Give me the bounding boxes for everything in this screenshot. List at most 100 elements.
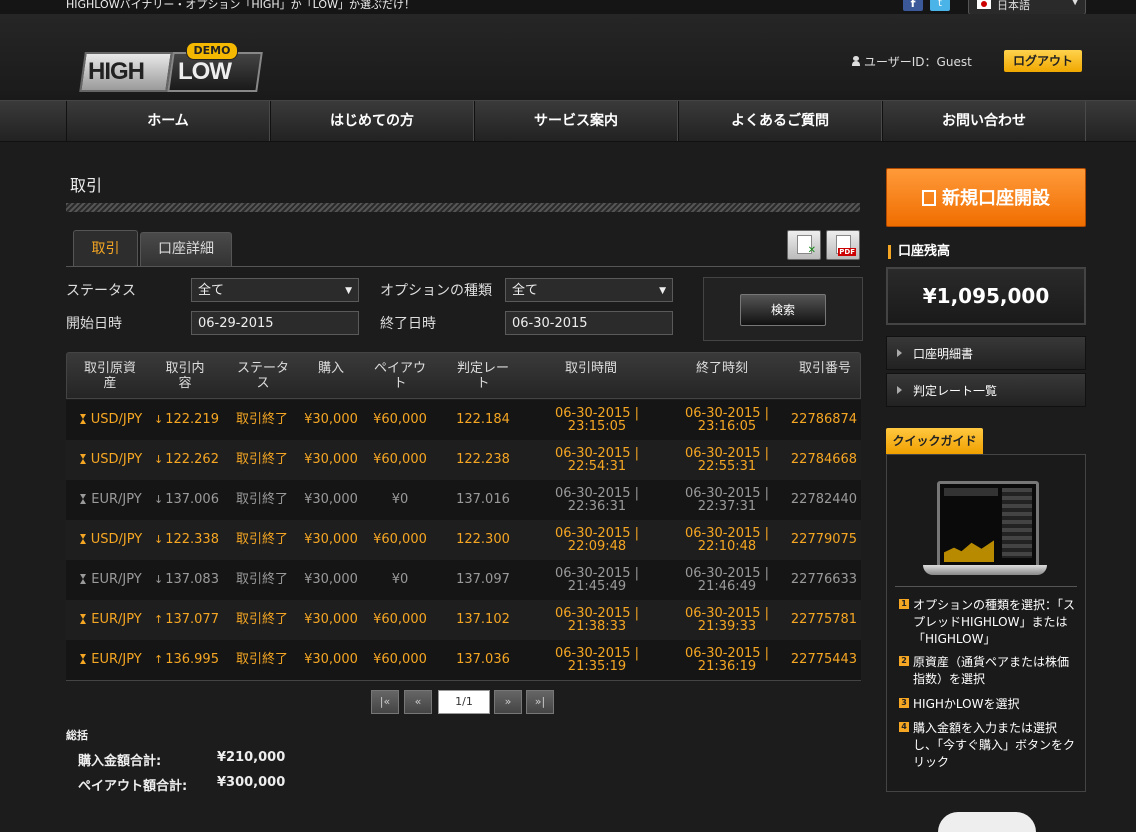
cell-id: 22779075 [790,532,858,547]
first-page-button[interactable]: |« [371,690,399,714]
balance-heading: 口座残高 [888,245,950,259]
start-date-input[interactable]: 06-29-2015 [191,311,359,335]
twitter-icon[interactable]: t [930,0,950,11]
cell-buy: ¥30,000 [304,612,358,627]
page-title: 取引 [70,176,103,195]
payout-total-label: ペイアウト額合計: [78,779,188,794]
cell-id: 22776633 [790,572,858,587]
table-row: EUR/JPY ↓ 137.083 取引終了 ¥30,000 ¥0 137.097 06-30… [66,560,861,601]
cell-judge: 137.097 [456,572,510,587]
summary-title: 総括 [66,729,88,742]
col-judge-rate: 判定レート [456,361,509,391]
buy-total-value: ¥210,000 [217,750,286,765]
cell-buy: ¥30,000 [304,572,358,587]
col-direction: 取引内容 [165,361,205,391]
user-icon [852,56,860,66]
arrow-down-icon: ↓ [154,453,164,466]
cell-status: 取引終了 [235,612,288,627]
cell-open-time: 06-30-2015 | 22:54:31 [554,446,640,474]
open-account-button[interactable]: 新規口座開設 [886,168,1086,227]
arrow-down-icon: ↓ [154,533,164,546]
cell-buy: ¥30,000 [304,452,358,467]
cell-asset: USD/JPY [74,413,148,426]
logo-high: HIGH [79,52,173,92]
japan-flag-icon [977,0,991,9]
cell-buy: ¥30,000 [304,412,358,427]
cell-payout: ¥0 [391,572,409,587]
cell-payout: ¥60,000 [373,532,427,547]
cell-id: 22782440 [790,492,858,507]
guide-step-2: 2 原資産（通貨ペアまたは株価指数）を選択 [899,654,1079,688]
cell-close-time: 06-30-2015 | 23:16:05 [684,406,770,434]
cell-id: 22775443 [790,652,858,667]
next-page-button[interactable]: » [494,690,522,714]
col-status: ステータス [236,361,289,391]
start-date-label: 開始日時 [66,316,122,332]
statement-link[interactable]: 口座明細書 [886,336,1086,370]
cell-open-time: 06-30-2015 | 21:35:19 [554,646,640,674]
col-asset: 取引原資産 [83,361,136,391]
cell-direction: ↓ 122.262 [154,452,219,467]
export-excel-button[interactable]: ✕ [787,230,821,260]
cell-judge: 137.016 [456,492,510,507]
arrow-down-icon: ↓ [154,573,164,586]
cell-direction: ↑ 137.077 [154,612,219,627]
col-close-time: 終了時刻 [695,361,748,376]
cell-status: 取引終了 [235,572,288,587]
table-header: 取引原資産 取引内容 ステータス 購入 ペイアウト 判定レート 取引時間 終了時… [66,352,861,399]
top-bar: HIGHLOWバイナリー・オプション「HIGH」か「LOW」か選ぶだけ！ f t… [0,0,1136,15]
cell-open-time: 06-30-2015 | 23:15:05 [554,406,640,434]
option-type-label: オプションの種類 [380,283,492,299]
cell-id: 22775781 [790,612,858,627]
rate-list-link[interactable]: 判定レート一覧 [886,373,1086,407]
export-pdf-button[interactable]: PDF [826,230,860,260]
logout-button[interactable]: ログアウト [1004,50,1082,72]
tab-account-details[interactable]: 口座詳細 [140,232,232,266]
quick-guide-tab[interactable]: クイックガイド [886,428,983,454]
cell-status: 取引終了 [235,492,288,507]
cell-payout: ¥60,000 [373,652,427,667]
cell-open-time: 06-30-2015 | 22:09:48 [554,526,640,554]
hourglass-icon [80,494,87,504]
payout-total-value: ¥300,000 [217,775,286,790]
demo-badge: DEMO [186,42,238,60]
cell-open-time: 06-30-2015 | 22:36:31 [554,486,640,514]
end-date-input[interactable]: 06-30-2015 [505,311,673,335]
last-page-button[interactable]: »| [526,690,554,714]
bottom-element [938,812,1036,832]
cell-asset: USD/JPY [74,453,148,466]
guide-step-3: 3 HIGHかLOWを選択 [899,696,1079,713]
end-date-label: 終了日時 [380,316,436,332]
user-id: ユーザーID：Guest [852,53,972,70]
tab-trades[interactable]: 取引 [73,230,138,267]
chevron-down-icon: ▼ [1071,0,1079,7]
nav-home[interactable]: ホーム [66,101,270,141]
status-label: ステータス [66,283,136,299]
language-label: 日本語 [997,0,1030,12]
arrow-down-icon: ↓ [154,413,164,426]
nav-contact[interactable]: お問い合わせ [882,101,1086,141]
cell-direction: ↓ 122.338 [154,532,219,547]
cell-payout: ¥0 [391,492,409,507]
search-panel: 検索 [703,277,863,341]
cell-open-time: 06-30-2015 | 21:38:33 [554,606,640,634]
nav-services[interactable]: サービス案内 [474,101,678,141]
cell-direction: ↑ 136.995 [154,652,219,667]
cell-status: 取引終了 [235,652,288,667]
cell-buy: ¥30,000 [304,652,358,667]
status-select[interactable]: 全て ▼ [191,278,359,302]
hourglass-icon [79,414,87,424]
cell-judge: 137.036 [456,652,510,667]
option-type-select[interactable]: 全て ▼ [505,278,673,302]
cell-asset: EUR/JPY [74,653,148,666]
title-divider [66,203,860,212]
prev-page-button[interactable]: « [404,690,432,714]
facebook-icon[interactable]: f [903,0,923,11]
cell-status: 取引終了 [235,412,288,427]
nav-faq[interactable]: よくあるご質問 [678,101,882,141]
table-row: EUR/JPY ↑ 137.077 取引終了 ¥30,000 ¥60,000 137.102… [66,600,861,641]
search-button[interactable]: 検索 [740,294,826,326]
table-row: EUR/JPY ↓ 137.006 取引終了 ¥30,000 ¥0 137.016 06-30… [66,480,861,521]
nav-beginners[interactable]: はじめての方 [270,101,474,141]
language-select[interactable]: 日本語 ▼ [968,0,1086,15]
